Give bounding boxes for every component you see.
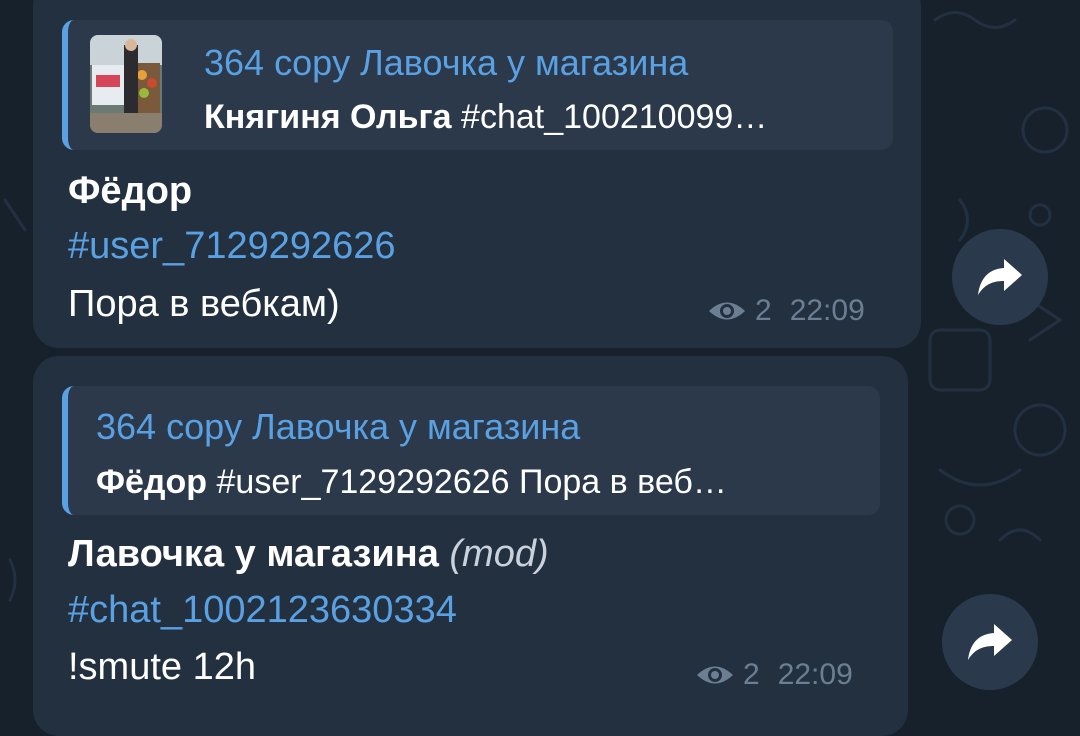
reply-thumbnail-image — [90, 35, 162, 133]
message-sender[interactable]: Фёдор — [68, 170, 192, 213]
reply-sender: Фёдор — [96, 463, 208, 501]
message-bubble[interactable]: 364 copy Лавочка у магазина Фёдор #user_… — [33, 356, 908, 736]
reply-text: #user_7129292626 Пора в веб… — [216, 463, 727, 501]
user-hashtag[interactable]: #user_7129292626 — [68, 225, 396, 268]
reply-preview[interactable]: 364 copy Лавочка у магазина Княгиня Ольг… — [62, 20, 893, 150]
reply-chat-title: 364 copy Лавочка у магазина — [96, 406, 581, 447]
reply-text: #chat_100210099… — [461, 98, 768, 136]
eye-icon — [709, 302, 745, 320]
sender-role: (mod) — [449, 533, 549, 575]
share-arrow-icon — [978, 259, 1022, 295]
forward-button[interactable] — [952, 229, 1048, 325]
message-text: Пора в вебкам) — [68, 283, 340, 325]
message-meta: 2 22:09 — [695, 658, 853, 692]
sender-name: Фёдор — [68, 170, 193, 212]
message-text: !smute 12h — [68, 646, 256, 688]
view-count: 2 — [755, 294, 772, 327]
forward-button[interactable] — [942, 594, 1038, 690]
message-meta: 2 22:09 — [707, 294, 865, 328]
chat-hashtag[interactable]: #chat_1002123630334 — [68, 589, 457, 632]
view-count: 2 — [743, 658, 760, 691]
message-sender[interactable]: Лавочка у магазина (mod) — [68, 533, 549, 576]
reply-snippet: Фёдор #user_7129292626 Пора в веб… — [96, 463, 856, 502]
eye-icon — [697, 666, 733, 684]
sender-name: Лавочка у магазина — [68, 533, 439, 575]
share-arrow-icon — [968, 624, 1012, 660]
message-bubble[interactable]: 364 copy Лавочка у магазина Княгиня Ольг… — [33, 0, 921, 348]
reply-sender: Княгиня Ольга — [204, 98, 452, 136]
message-time: 22:09 — [789, 294, 865, 327]
reply-chat-title: 364 copy Лавочка у магазина — [204, 42, 689, 83]
reply-snippet: Княгиня Ольга #chat_100210099… — [204, 98, 876, 137]
reply-preview[interactable]: 364 copy Лавочка у магазина Фёдор #user_… — [62, 386, 880, 515]
message-time: 22:09 — [777, 658, 853, 691]
